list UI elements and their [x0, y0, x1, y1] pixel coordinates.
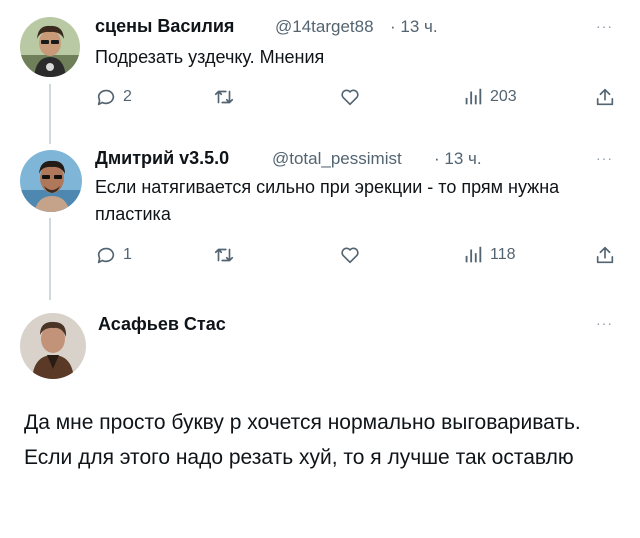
avatar[interactable] — [20, 150, 82, 212]
author-handle[interactable]: @total_pessimist — [272, 149, 402, 169]
views-icon — [462, 86, 484, 108]
timestamp[interactable]: · 13 ч. — [390, 17, 438, 37]
reply-button[interactable]: 2 — [95, 86, 132, 108]
like-button[interactable] — [339, 86, 367, 108]
author-name[interactable]: Асафьев Стас — [98, 314, 226, 335]
thread-line-1 — [49, 84, 51, 144]
share-button[interactable] — [594, 244, 616, 266]
share-button[interactable] — [594, 86, 616, 108]
reply-icon — [95, 86, 117, 108]
like-icon — [339, 244, 361, 266]
avatar[interactable] — [20, 313, 86, 379]
retweet-button[interactable] — [212, 86, 242, 108]
reply-count: 2 — [123, 88, 132, 105]
author-name[interactable]: Дмитрий v3.5.0 — [95, 148, 229, 169]
reply-button[interactable]: 1 — [95, 244, 132, 266]
reply-count: 1 — [123, 246, 132, 263]
like-button[interactable] — [339, 244, 367, 266]
retweet-icon — [212, 244, 236, 266]
more-icon[interactable]: ··· — [596, 315, 613, 331]
tweet-text: Если натягивается сильно при эрекции - т… — [95, 177, 560, 224]
like-icon — [339, 86, 361, 108]
share-icon — [594, 86, 616, 108]
retweet-button[interactable] — [212, 244, 242, 266]
author-handle[interactable]: @14target88 — [275, 17, 374, 37]
retweet-icon — [212, 86, 236, 108]
share-icon — [594, 244, 616, 266]
reply-icon — [95, 244, 117, 266]
views-button[interactable]: 118 — [462, 244, 516, 266]
views-count: 203 — [490, 88, 517, 105]
author-name[interactable]: сцены Василия — [95, 16, 234, 37]
views-count: 118 — [490, 246, 516, 263]
reply-text: Да мне просто букву р хочется нормально … — [24, 411, 581, 469]
views-button[interactable]: 203 — [462, 86, 517, 108]
more-icon[interactable]: ··· — [596, 150, 613, 166]
tweet-text: Подрезать уздечку. Мнения — [95, 47, 325, 67]
avatar[interactable] — [20, 17, 80, 77]
more-icon[interactable]: ··· — [596, 18, 613, 34]
timestamp[interactable]: · 13 ч. — [434, 149, 482, 169]
views-icon — [462, 244, 484, 266]
thread-line-2 — [49, 218, 51, 300]
